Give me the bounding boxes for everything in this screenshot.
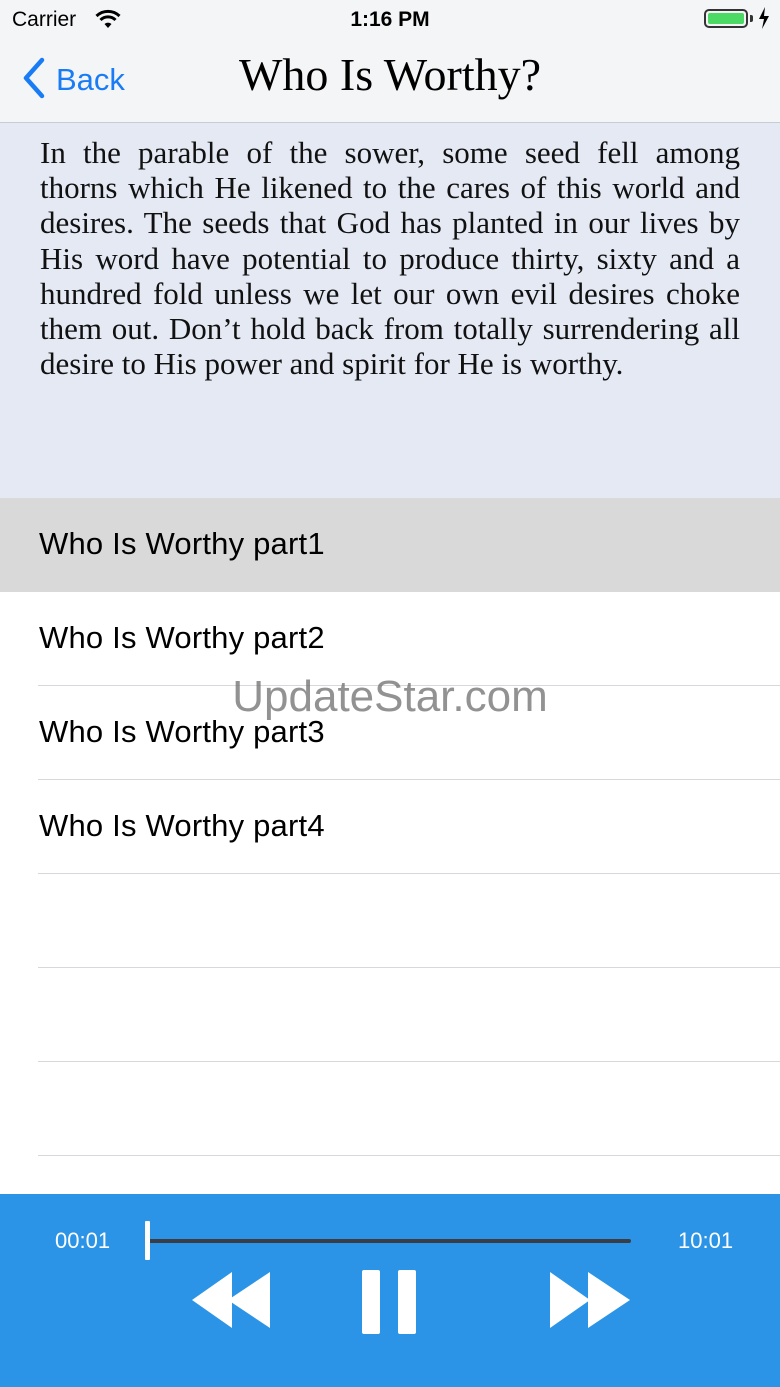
clock: 1:16 PM — [350, 8, 430, 31]
fast-forward-icon — [548, 1272, 636, 1334]
rewind-button[interactable] — [188, 1270, 276, 1335]
navigation-bar: Back Who Is Worthy? — [0, 40, 780, 123]
rewind-icon — [188, 1272, 276, 1334]
pause-button[interactable] — [360, 1268, 420, 1341]
track-row-part4[interactable]: Who Is Worthy part4 — [38, 780, 780, 874]
track-label: Who Is Worthy part1 — [39, 526, 325, 561]
track-label: Who Is Worthy part2 — [39, 620, 325, 655]
empty-row — [38, 968, 780, 1062]
current-time: 00:01 — [55, 1228, 111, 1253]
track-label: Who Is Worthy part3 — [39, 714, 325, 749]
empty-row — [38, 874, 780, 968]
empty-row — [38, 1062, 780, 1156]
pause-icon — [360, 1270, 420, 1340]
progress-thumb[interactable] — [145, 1221, 150, 1260]
battery-cap — [750, 15, 753, 22]
status-bar: Carrier 1:16 PM — [0, 0, 780, 40]
page-title: Who Is Worthy? — [238, 49, 542, 100]
battery-icon — [704, 9, 748, 28]
description-text: In the parable of the sower, some seed f… — [40, 135, 740, 382]
description-panel: In the parable of the sower, some seed f… — [0, 123, 780, 498]
charging-bolt-icon — [757, 6, 771, 35]
track-row-part1[interactable]: Who Is Worthy part1 — [0, 498, 780, 592]
track-label: Who Is Worthy part4 — [39, 808, 325, 843]
track-list[interactable]: Who Is Worthy part1 Who Is Worthy part2 … — [0, 498, 780, 1156]
progress-track[interactable] — [148, 1239, 631, 1243]
audio-player: 00:01 10:01 — [0, 1194, 780, 1387]
fast-forward-button[interactable] — [548, 1270, 636, 1335]
total-time: 10:01 — [678, 1228, 734, 1253]
track-row-part2[interactable]: Who Is Worthy part2 — [38, 592, 780, 686]
track-row-part3[interactable]: Who Is Worthy part3 — [38, 686, 780, 780]
